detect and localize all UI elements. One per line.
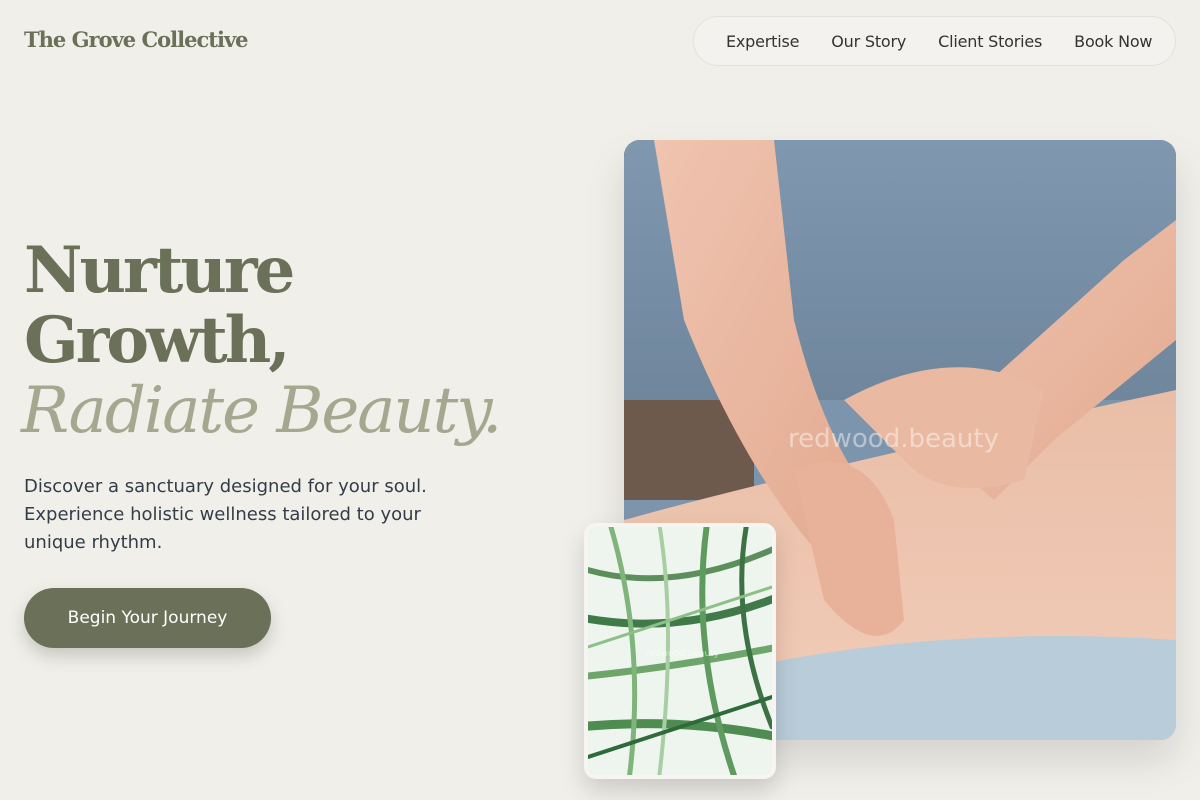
hero-title-line-1: Nurture xyxy=(24,233,295,308)
hero-title-line-3: Radiate Beauty. xyxy=(21,374,502,448)
begin-journey-button[interactable]: Begin Your Journey xyxy=(24,588,271,648)
main-nav: Expertise Our Story Client Stories Book … xyxy=(693,16,1176,66)
nav-item-book-now[interactable]: Book Now xyxy=(1074,32,1152,51)
nav-item-expertise[interactable]: Expertise xyxy=(726,32,799,51)
nav-item-client-stories[interactable]: Client Stories xyxy=(938,32,1042,51)
palm-leaves-photo: redwood.beauty xyxy=(584,523,776,779)
hero-title-line-2: Growth, xyxy=(24,303,291,378)
hero-title: Nurture Growth, Radiate Beauty. xyxy=(21,233,502,448)
hero-description: Discover a sanctuary designed for your s… xyxy=(24,476,427,553)
small-photo-watermark: redwood.beauty xyxy=(646,649,720,659)
brand-logo[interactable]: The Grove Collective xyxy=(24,27,249,52)
nav-item-our-story[interactable]: Our Story xyxy=(831,32,906,51)
main-photo-watermark: redwood.beauty xyxy=(788,424,999,454)
